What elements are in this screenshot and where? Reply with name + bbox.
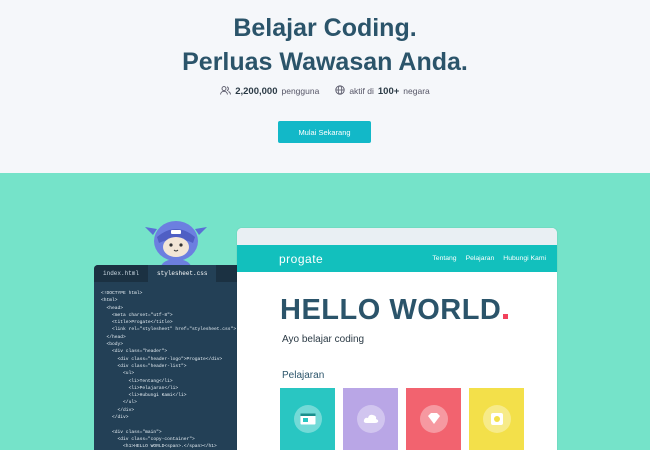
code-line: </div>	[101, 407, 135, 413]
html-browser-icon	[293, 405, 322, 433]
code-line: <title>Progate</title>	[101, 320, 173, 326]
start-now-button[interactable]: Mulai Sekarang	[278, 121, 371, 143]
headline-text: HELLO WORLD	[280, 294, 502, 326]
code-editor: index.html stylesheet.css <!DOCTYPE html…	[94, 265, 258, 450]
course-card-ruby[interactable]	[406, 388, 461, 450]
preview-subtitle: Ayo belajar coding	[282, 334, 365, 345]
preview-logo: progate	[279, 251, 324, 266]
users-count: 2,200,000	[235, 85, 278, 97]
users-stat: 2,200,000 pengguna	[220, 86, 319, 97]
cloud-icon	[356, 405, 385, 433]
countries-count: 100+	[377, 85, 400, 97]
browser-bar	[237, 228, 557, 245]
hero-section: Belajar Coding. Perluas Wawasan Anda. 2,…	[0, 0, 650, 173]
active-prefix: aktif di	[349, 86, 374, 96]
editor-tabs: index.html stylesheet.css	[94, 265, 258, 282]
browser-preview: progate Tentang Pelajaran Hubungi Kami H…	[237, 228, 557, 450]
headline-dot	[503, 314, 509, 319]
preview-nav-links: Tentang Pelajaran Hubungi Kami	[432, 255, 546, 262]
code-line: <html>	[101, 298, 118, 304]
preview-navbar: progate Tentang Pelajaran Hubungi Kami	[237, 245, 557, 272]
code-line: <li>Hubungi Kami</li>	[101, 393, 187, 399]
nav-item-tentang[interactable]: Tentang	[432, 255, 456, 262]
code-line: <head>	[101, 305, 124, 311]
code-line: <div class="header-logo">Progate</div>	[101, 356, 223, 362]
countries-stat: aktif di 100+ negara	[335, 85, 430, 97]
preview-headline: HELLO WORLD	[280, 294, 509, 327]
course-card-javascript[interactable]	[469, 388, 524, 450]
users-label: pengguna	[281, 86, 320, 96]
code-line: <link rel="stylesheet" href="stylesheet.…	[101, 327, 237, 333]
javascript-icon	[482, 405, 511, 433]
code-line: <ul>	[101, 371, 135, 377]
course-card-html[interactable]	[280, 388, 335, 450]
code-line: <div class="main">	[101, 429, 162, 435]
code-line: <li>Tentang</li>	[101, 378, 173, 384]
users-icon	[220, 85, 232, 97]
hero-title-line2: Perluas Wawasan Anda.	[182, 48, 468, 76]
countries-label: negara	[403, 86, 430, 96]
code-line: </head>	[101, 334, 126, 340]
course-cards	[280, 388, 524, 450]
tab-index-html[interactable]: index.html	[94, 265, 148, 282]
code-line: <body>	[101, 342, 124, 348]
tab-stylesheet-css[interactable]: stylesheet.css	[148, 265, 217, 282]
code-line: <div class="header">	[101, 349, 168, 355]
code-line: </ul>	[101, 400, 137, 406]
ruby-icon	[419, 405, 448, 433]
code-line: <div class="copy-container">	[101, 436, 195, 442]
code-line: <li>Pelajaran</li>	[101, 385, 179, 391]
stats-row: 2,200,000 pengguna aktif di 100+ negara	[0, 85, 650, 97]
globe-icon	[335, 85, 345, 97]
hero-title-line1: Belajar Coding.	[233, 14, 417, 42]
code-line: <meta charset="utf-8">	[101, 312, 173, 318]
nav-item-pelajaran[interactable]: Pelajaran	[466, 255, 495, 262]
course-card-cloud[interactable]	[343, 388, 398, 450]
code-line: <div class="header-list">	[101, 363, 187, 369]
nav-item-hubungi-kami[interactable]: Hubungi Kami	[503, 255, 546, 262]
preview-section-label: Pelajaran	[282, 370, 325, 381]
code-content: <!DOCTYPE html> <html> <head> <meta chars…	[94, 282, 258, 450]
code-line: <h1>HELLO WORLD<span>.</span></h1>	[101, 444, 217, 450]
code-line: <!DOCTYPE html>	[101, 291, 143, 296]
code-line: </div>	[101, 415, 129, 421]
